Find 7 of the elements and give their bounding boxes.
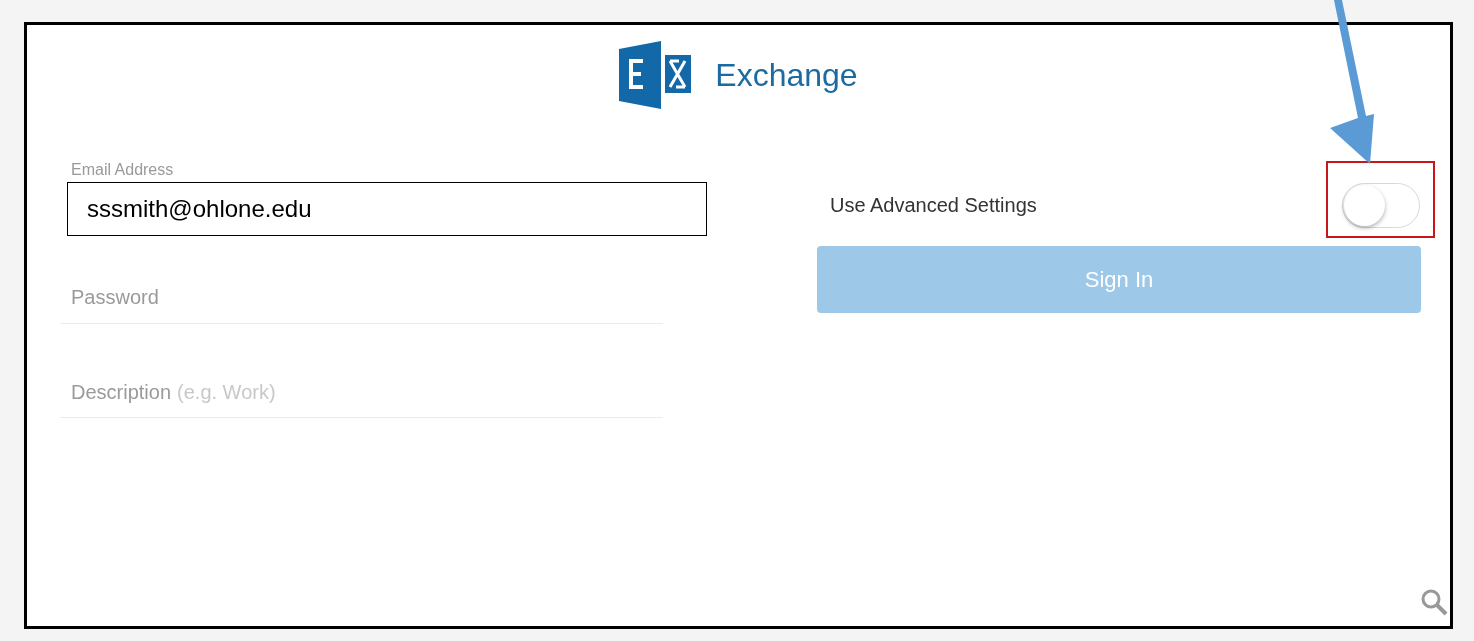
search-icon xyxy=(1420,588,1448,616)
toggle-switch[interactable] xyxy=(1342,182,1420,228)
logo-icon xyxy=(619,41,694,109)
app-title: Exchange xyxy=(715,56,858,95)
field-label: Email Address xyxy=(71,160,175,180)
email-field[interactable]: sssmith@ohlone.edu xyxy=(67,182,707,236)
setting-label: Use Advanced Settings xyxy=(830,193,1037,218)
